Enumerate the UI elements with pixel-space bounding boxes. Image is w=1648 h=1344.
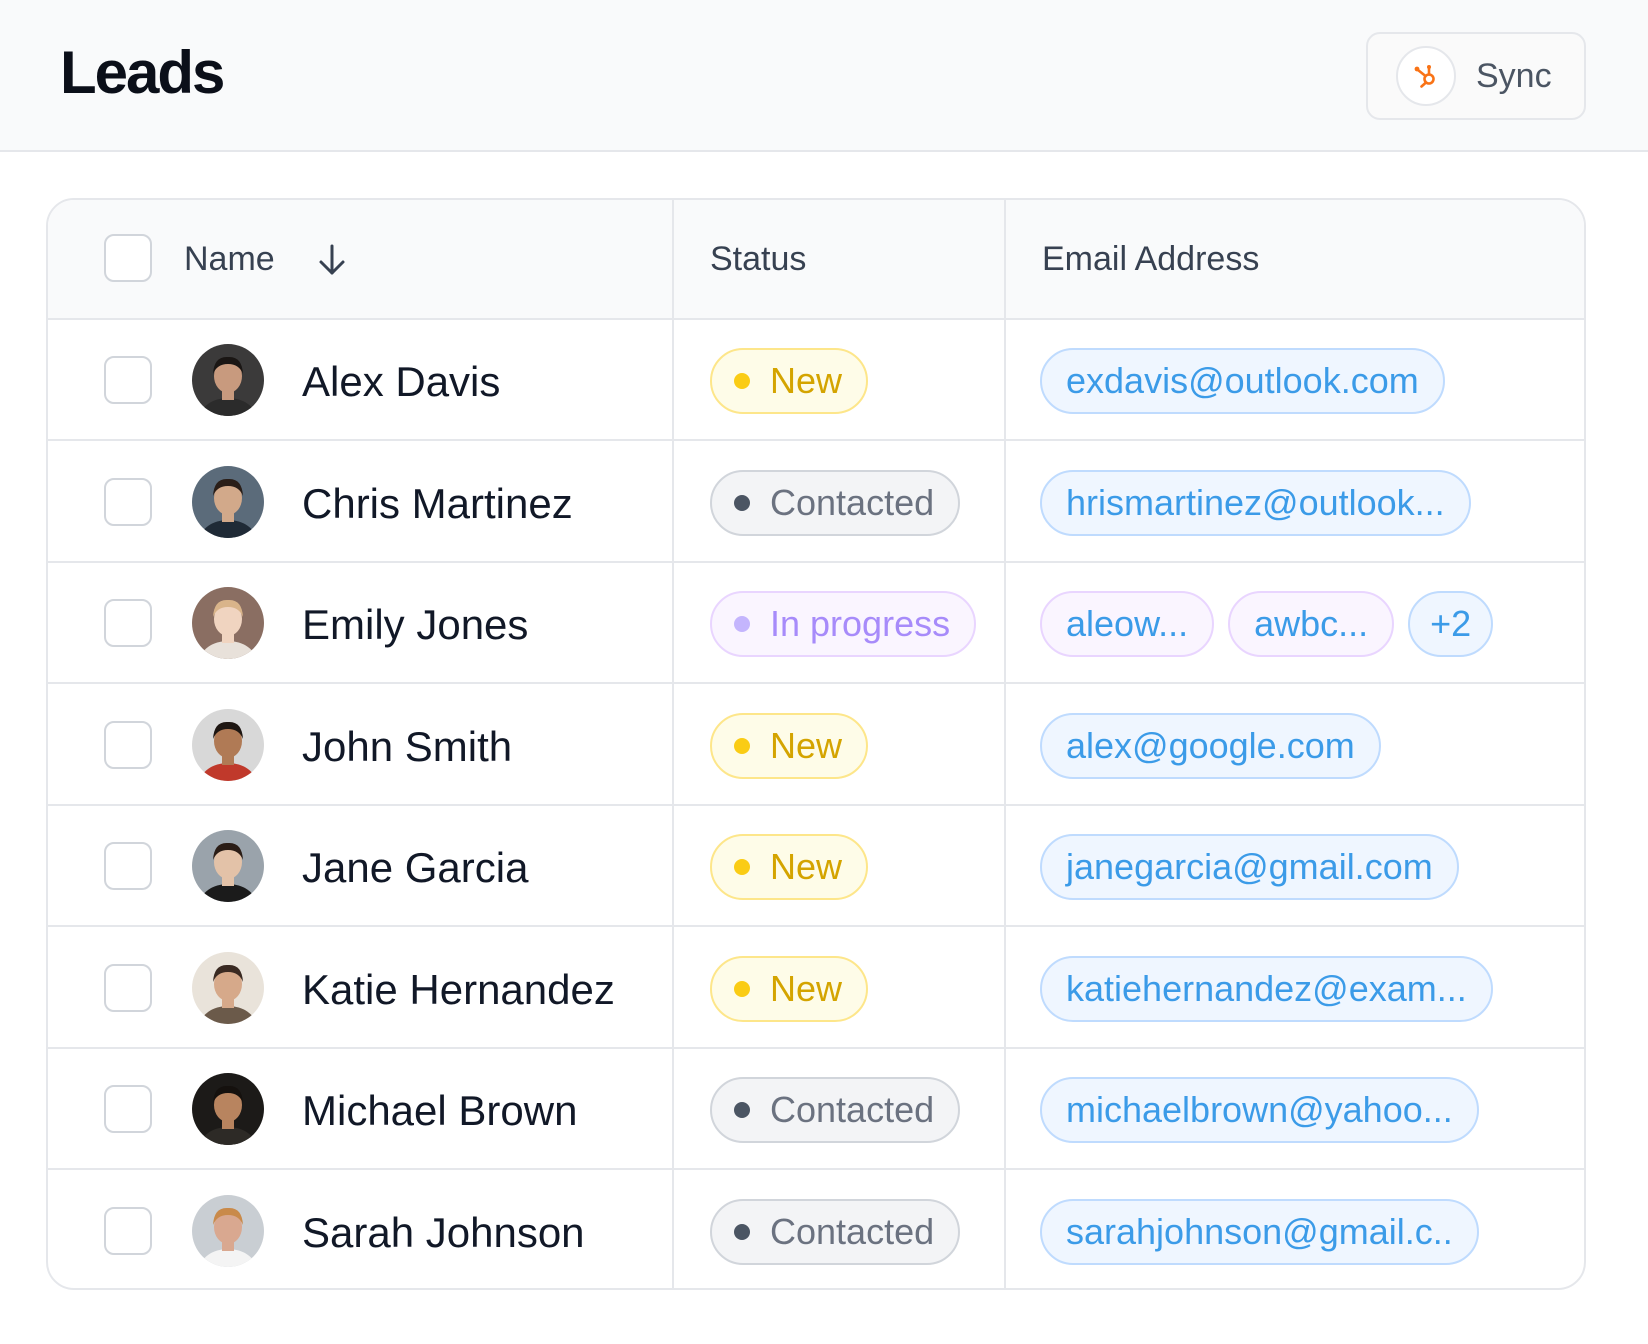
avatar (192, 1194, 264, 1267)
status-badge[interactable]: New (710, 348, 869, 414)
status-label: In progress (770, 603, 951, 644)
sync-button[interactable]: Sync (1366, 32, 1586, 120)
email-list: katiehernandez@exam... (1040, 955, 1493, 1022)
avatar-photo (192, 587, 264, 659)
table-row[interactable]: Katie Hernandez New katiehernandez@exam.… (48, 928, 1584, 1049)
status-dot-icon (734, 1223, 750, 1240)
avatar-photo (192, 344, 264, 416)
row-checkbox[interactable] (104, 1085, 152, 1133)
avatar-photo (192, 830, 264, 902)
status-badge[interactable]: New (710, 834, 869, 900)
table-row[interactable]: John Smith New alex@google.com (48, 685, 1584, 806)
status-badge[interactable]: Contacted (710, 469, 961, 536)
email-list: janegarcia@gmail.com (1040, 834, 1459, 900)
status-badge[interactable]: New (710, 955, 869, 1022)
hubspot-icon-badge (1396, 46, 1456, 106)
avatar (192, 344, 264, 416)
status-label: Contacted (770, 1089, 935, 1130)
status-label: Contacted (770, 481, 935, 523)
column-header-email[interactable]: Email Address (1042, 240, 1259, 279)
page-header: Leads Sync (0, 0, 1648, 152)
table-header: Name Status Email Address (48, 200, 1584, 320)
avatar (192, 587, 264, 659)
leads-table: Name Status Email Address Alex Davis New… (46, 198, 1586, 1290)
status-badge[interactable]: Contacted (710, 1077, 961, 1143)
avatar (192, 708, 264, 781)
avatar-photo (192, 1073, 264, 1145)
lead-name[interactable]: John Smith (302, 723, 512, 771)
email-list: michaelbrown@yahoo... (1040, 1077, 1479, 1143)
more-emails-chip[interactable]: +2 (1408, 591, 1494, 657)
email-chip[interactable]: janegarcia@gmail.com (1040, 834, 1459, 900)
status-badge[interactable]: In progress (710, 591, 977, 657)
row-checkbox[interactable] (104, 1206, 152, 1255)
email-list: aleow... awbc... +2 (1040, 591, 1494, 657)
status-dot-icon (734, 980, 750, 997)
sync-label: Sync (1476, 56, 1552, 95)
arrow-down-icon[interactable] (312, 240, 352, 280)
table-row[interactable]: Emily Jones In progress aleow... awbc... +… (48, 563, 1584, 684)
select-all-checkbox[interactable] (104, 234, 152, 282)
avatar-photo (192, 951, 264, 1024)
lead-name[interactable]: Sarah Johnson (302, 1209, 585, 1257)
avatar (192, 465, 264, 538)
email-list: alex@google.com (1040, 712, 1381, 779)
column-header-name[interactable]: Name (184, 240, 275, 279)
email-list: hrismartinez@outlook... (1040, 469, 1471, 536)
lead-name[interactable]: Chris Martinez (302, 480, 573, 528)
status-label: New (770, 724, 843, 766)
table-row[interactable]: Jane Garcia New janegarcia@gmail.com (48, 806, 1584, 927)
email-list: exdavis@outlook.com (1040, 348, 1445, 414)
avatar (192, 951, 264, 1024)
status-label: New (770, 846, 843, 887)
table-row[interactable]: Alex Davis New exdavis@outlook.com (48, 320, 1584, 441)
lead-name[interactable]: Katie Hernandez (302, 966, 615, 1014)
status-badge[interactable]: Contacted (710, 1198, 961, 1265)
avatar-photo (192, 1194, 264, 1267)
status-dot-icon (734, 373, 750, 389)
email-list: sarahjohnson@gmail.c.. (1040, 1198, 1479, 1265)
row-checkbox[interactable] (104, 842, 152, 890)
status-dot-icon (734, 737, 750, 754)
status-label: New (770, 967, 843, 1009)
email-chip[interactable]: sarahjohnson@gmail.c.. (1040, 1198, 1479, 1265)
status-label: Contacted (770, 1210, 935, 1252)
status-dot-icon (734, 494, 750, 511)
row-checkbox[interactable] (104, 720, 152, 769)
lead-name[interactable]: Emily Jones (302, 601, 528, 649)
row-checkbox[interactable] (104, 963, 152, 1012)
row-checkbox[interactable] (104, 477, 152, 526)
avatar (192, 830, 264, 902)
table-row[interactable]: Chris Martinez Contacted hrismartinez@ou… (48, 442, 1584, 563)
email-chip[interactable]: awbc... (1228, 591, 1395, 657)
page-title: Leads (60, 39, 225, 106)
lead-name[interactable]: Alex Davis (302, 358, 500, 406)
email-chip[interactable]: aleow... (1040, 591, 1215, 657)
email-chip[interactable]: hrismartinez@outlook... (1040, 469, 1471, 536)
table-row[interactable]: Sarah Johnson Contacted sarahjohnson@gma… (48, 1171, 1584, 1289)
status-badge[interactable]: New (710, 712, 869, 779)
email-chip[interactable]: michaelbrown@yahoo... (1040, 1077, 1479, 1143)
email-chip[interactable]: exdavis@outlook.com (1040, 348, 1445, 414)
email-chip[interactable]: alex@google.com (1040, 712, 1381, 779)
status-dot-icon (734, 1102, 750, 1118)
status-label: New (770, 360, 843, 401)
email-chip[interactable]: katiehernandez@exam... (1040, 955, 1493, 1022)
status-dot-icon (734, 616, 750, 632)
row-checkbox[interactable] (104, 599, 152, 647)
table-row[interactable]: Michael Brown Contacted michaelbrown@yah… (48, 1049, 1584, 1170)
avatar-photo (192, 465, 264, 538)
hubspot-icon (1414, 65, 1435, 88)
column-header-status[interactable]: Status (710, 240, 806, 279)
lead-name[interactable]: Jane Garcia (302, 844, 528, 892)
avatar-photo (192, 708, 264, 781)
avatar (192, 1073, 264, 1145)
lead-name[interactable]: Michael Brown (302, 1087, 577, 1135)
row-checkbox[interactable] (104, 356, 152, 404)
status-dot-icon (734, 859, 750, 875)
